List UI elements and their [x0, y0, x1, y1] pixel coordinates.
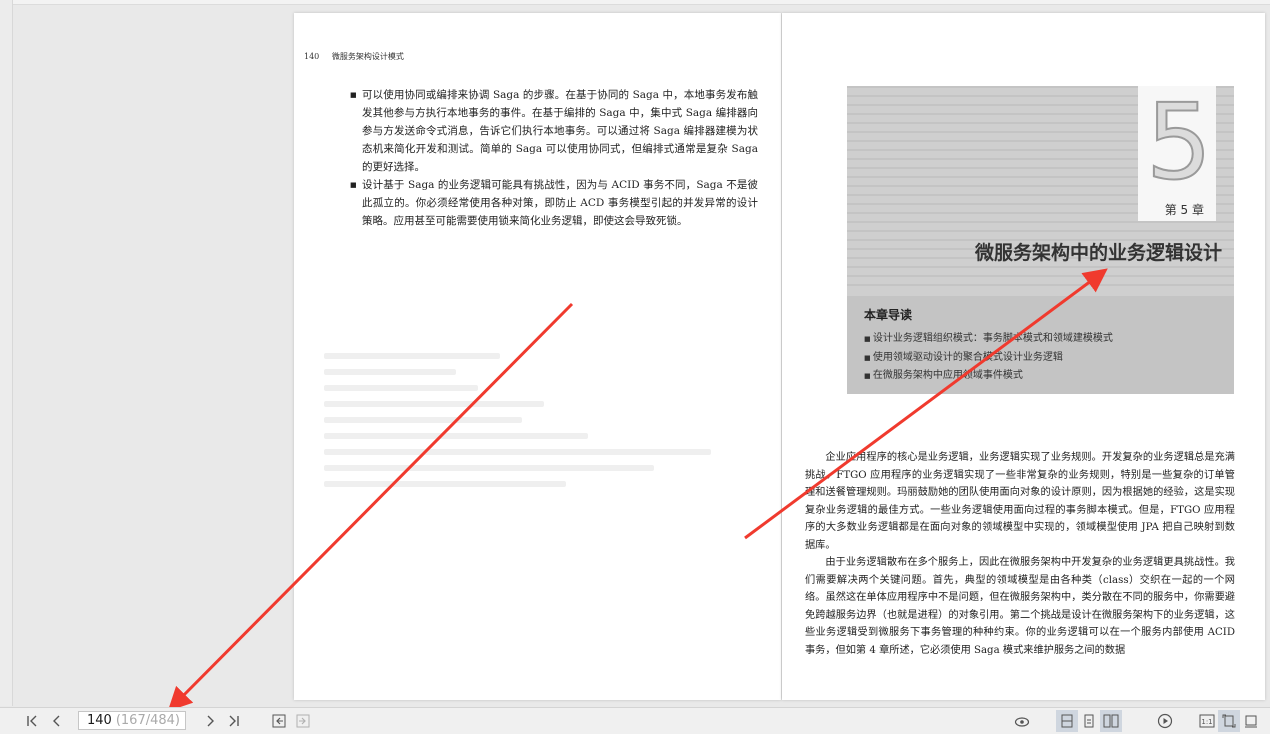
fit-page-button[interactable]: [1218, 710, 1240, 732]
play-icon: [1157, 713, 1173, 729]
prev-page-button[interactable]: [48, 712, 66, 730]
right-page: 5 第 5 章 微服务架构中的业务逻辑设计 本章导读 设计业务逻辑组织模式：事务…: [782, 13, 1265, 700]
paragraph: 企业应用程序的核心是业务逻辑，业务逻辑实现了业务规则。开发复杂的业务逻辑总是充满…: [805, 452, 1235, 551]
chapter-banner: 5 第 5 章 微服务架构中的业务逻辑设计 本章导读 设计业务逻辑组织模式：事务…: [847, 86, 1234, 394]
page-number-input[interactable]: 140 (167/484): [78, 711, 186, 730]
last-page-icon: [229, 715, 239, 727]
zoom-group: 1:1: [1196, 710, 1262, 732]
fit-page-icon: [1222, 714, 1236, 728]
continuous-scroll-icon: [1061, 714, 1073, 728]
book-title: 微服务架构设计模式: [331, 52, 404, 61]
next-page-button[interactable]: [201, 712, 219, 730]
single-page-button[interactable]: [1078, 710, 1100, 732]
bullet-item: 设计基于 Saga 的业务逻辑可能具有挑战性，因为与 ACID 事务不同，Sag…: [350, 176, 758, 230]
actual-size-button[interactable]: 1:1: [1196, 710, 1218, 732]
guide-item: 使用领域驱动设计的聚合模式设计业务逻辑: [864, 349, 1113, 368]
actual-size-icon: 1:1: [1199, 714, 1215, 728]
fit-width-button[interactable]: [1240, 710, 1262, 732]
first-page-icon: [27, 715, 37, 727]
back-button[interactable]: [270, 712, 288, 730]
guide-title: 本章导读: [864, 308, 913, 322]
bullet-item: 可以使用协同或编排来协调 Saga 的步骤。在基于协同的 Saga 中，本地事务…: [350, 86, 758, 176]
fit-width-icon: [1245, 715, 1257, 728]
guide-item: 在微服务架构中应用领域事件模式: [864, 367, 1113, 386]
page-number: 140: [304, 52, 320, 61]
two-page-icon: [1103, 714, 1119, 728]
sidebar-gutter: [0, 0, 13, 706]
view-mode-group: [1056, 710, 1122, 732]
eye-icon: [1014, 717, 1030, 727]
last-page-button[interactable]: [224, 712, 242, 730]
top-strip: [0, 0, 1270, 5]
chapter-guide-box: 本章导读 设计业务逻辑组织模式：事务脚本模式和领域建模模式 使用领域驱动设计的聚…: [847, 296, 1234, 394]
forward-arrow-icon: [296, 714, 310, 728]
chapter-label: 第 5 章: [1164, 203, 1204, 217]
chevron-right-icon: [207, 715, 214, 727]
running-head: 140 微服务架构设计模式: [304, 51, 404, 62]
svg-text:1:1: 1:1: [1201, 718, 1212, 726]
reader-toolbar: 140 (167/484) 1:1: [0, 707, 1270, 734]
eye-protection-button[interactable]: [1012, 712, 1032, 730]
forward-button[interactable]: [294, 712, 312, 730]
page-total: (167/484): [115, 713, 180, 728]
current-page: 140: [87, 713, 112, 728]
continuous-scroll-button[interactable]: [1056, 710, 1078, 732]
chevron-left-icon: [53, 715, 60, 727]
guide-item: 设计业务逻辑组织模式：事务脚本模式和领域建模模式: [864, 330, 1113, 349]
chapter-number: 5: [1145, 86, 1213, 203]
paragraph: 由于业务逻辑散布在多个服务上，因此在微服务架构中开发复杂的业务逻辑更具挑战性。我…: [805, 557, 1235, 656]
guide-list: 设计业务逻辑组织模式：事务脚本模式和领域建模模式 使用领域驱动设计的聚合模式设计…: [864, 330, 1113, 386]
chapter-title: 微服务架构中的业务逻辑设计: [974, 242, 1222, 264]
back-arrow-icon: [272, 714, 286, 728]
play-button[interactable]: [1155, 712, 1175, 730]
first-page-button[interactable]: [24, 712, 42, 730]
bleed-through-text: [324, 343, 764, 683]
left-page: 140 微服务架构设计模式 可以使用协同或编排来协调 Saga 的步骤。在基于协…: [294, 13, 781, 700]
single-page-icon: [1084, 714, 1094, 728]
two-page-button[interactable]: [1100, 710, 1122, 732]
bullet-list: 可以使用协同或编排来协调 Saga 的步骤。在基于协同的 Saga 中，本地事务…: [350, 86, 758, 230]
body-text: 企业应用程序的核心是业务逻辑，业务逻辑实现了业务规则。开发复杂的业务逻辑总是充满…: [805, 449, 1235, 659]
